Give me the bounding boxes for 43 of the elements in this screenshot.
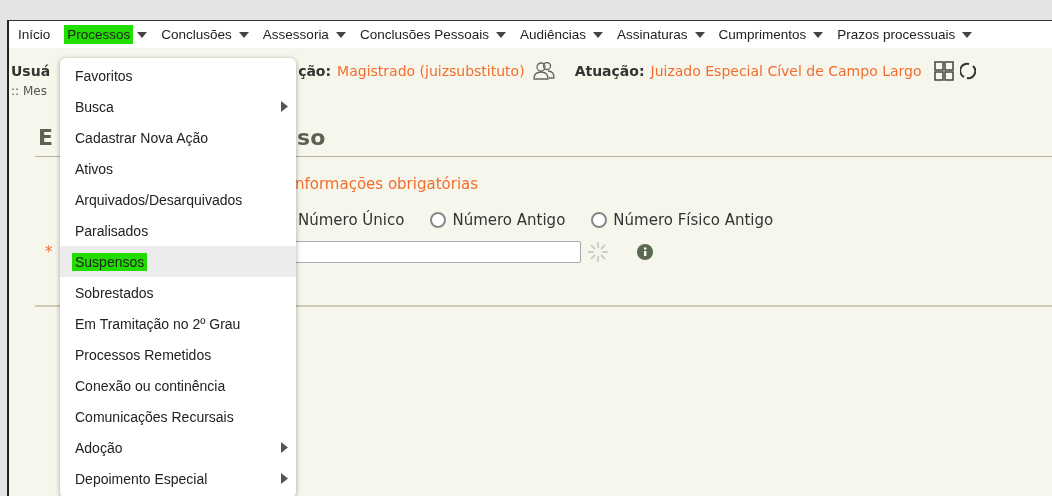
user-label: Usuá xyxy=(11,63,51,79)
menu-item[interactable]: Comunicações Recursais xyxy=(60,401,296,432)
radio-label: Número Antigo xyxy=(452,211,566,229)
menu-item[interactable]: Arquivados/Desarquivados xyxy=(60,184,296,215)
unit-label: Atuação: xyxy=(574,63,645,79)
radio-button[interactable] xyxy=(430,212,447,228)
menu-item[interactable]: Conexão ou continência xyxy=(60,370,296,401)
menu-item[interactable]: Em Tramitação no 2º Grau xyxy=(60,308,296,339)
menu-bar-item[interactable]: Início xyxy=(15,25,54,44)
menu-bar-item[interactable]: Cumprimentos xyxy=(715,25,810,44)
unit-value: Juizado Especial Cível de Campo Largo xyxy=(650,63,922,79)
menu-item[interactable]: Busca xyxy=(60,91,296,122)
required-mark: * xyxy=(45,243,54,261)
menu-item[interactable]: Suspensos xyxy=(60,246,296,277)
required-note: nformações obrigatórias xyxy=(295,175,479,193)
menu-bar-item[interactable]: Assinaturas xyxy=(614,25,691,44)
people-icon xyxy=(532,62,555,80)
radio-label: Número Físico Antigo xyxy=(613,211,774,229)
menu-item[interactable]: Cadastrar Nova Ação xyxy=(60,122,296,153)
menu-bar-item[interactable]: Audiências xyxy=(516,25,589,44)
menu-item[interactable]: Depoimento Especial xyxy=(60,463,296,494)
breadcrumb: :: Mes xyxy=(10,84,48,100)
page-heading: so xyxy=(297,125,326,150)
radio-button[interactable] xyxy=(591,212,608,228)
role-label: ção: xyxy=(298,63,332,79)
menu-item[interactable]: Adoção xyxy=(60,432,296,463)
menu-item[interactable]: Sobrestados xyxy=(60,277,296,308)
menu-item[interactable]: Favoritos xyxy=(60,60,296,91)
role-value: Magistrado (juizsubstituto) xyxy=(337,63,525,79)
page-heading: E xyxy=(38,125,54,150)
menu-bar-item[interactable]: Prazos processuais xyxy=(834,25,959,44)
menu-item[interactable]: Ativos xyxy=(60,153,296,184)
info-icon[interactable] xyxy=(637,244,653,260)
menu-bar-item[interactable]: Assessoria xyxy=(259,25,332,44)
menu-bar-item[interactable]: Conclusões Pessoais xyxy=(356,25,492,44)
menu-bar-item[interactable]: Conclusões xyxy=(158,25,235,44)
refresh-icon[interactable] xyxy=(959,61,976,81)
menu-item[interactable]: Paralisados xyxy=(60,215,296,246)
menu-item[interactable]: Processos Remetidos xyxy=(60,339,296,370)
radio-label: Número Único xyxy=(298,211,405,229)
spinner-icon xyxy=(587,241,609,263)
menu-bar-item[interactable]: Processos xyxy=(64,25,134,44)
grid-icon[interactable] xyxy=(933,61,954,81)
